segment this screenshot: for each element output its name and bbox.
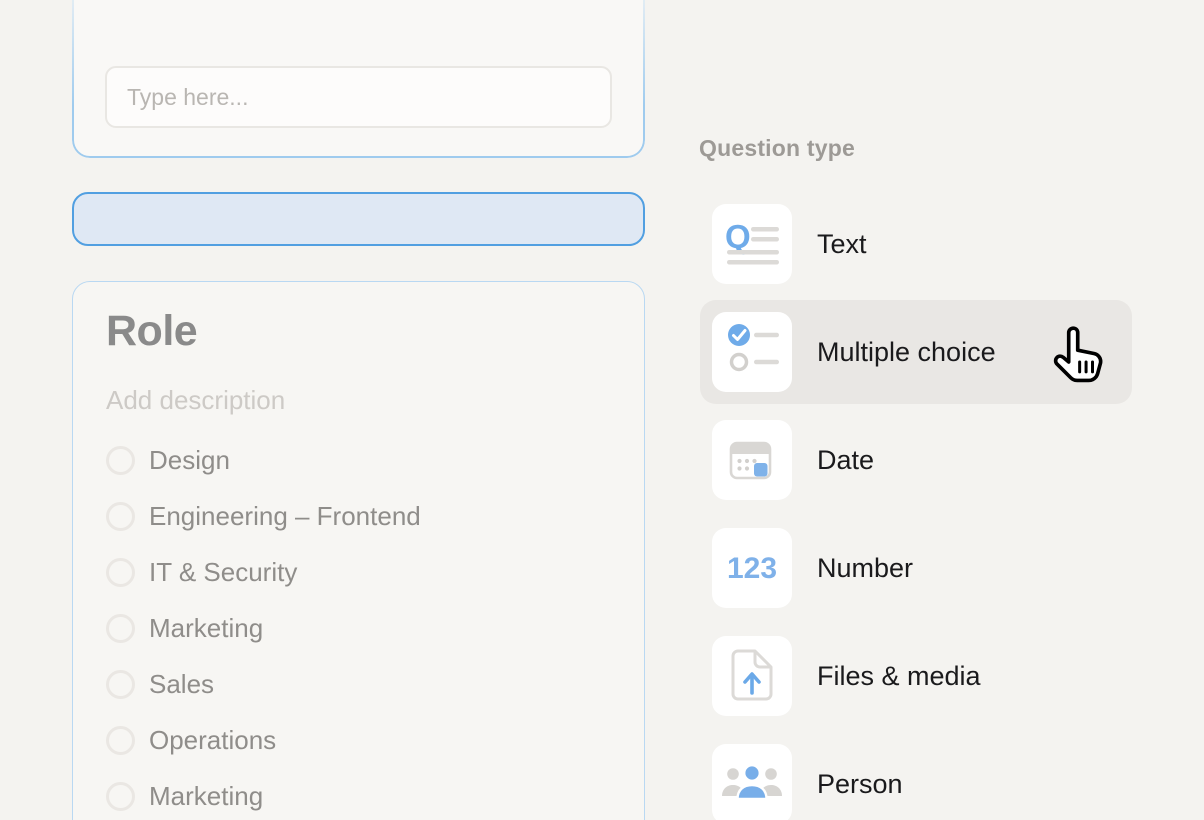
question-description-placeholder[interactable]: Add description xyxy=(106,385,285,416)
radio-circle-icon xyxy=(106,446,135,475)
option-label: Marketing xyxy=(149,613,263,644)
option-row[interactable]: Design xyxy=(106,446,421,475)
menu-item-multiple-choice[interactable]: Multiple choice xyxy=(700,300,1132,404)
radio-circle-icon xyxy=(106,614,135,643)
menu-item-label: Text xyxy=(817,229,867,260)
menu-item-files-media[interactable]: Files & media xyxy=(700,624,1132,728)
option-label: IT & Security xyxy=(149,557,297,588)
svg-text:Q: Q xyxy=(725,218,751,255)
option-row[interactable]: IT & Security xyxy=(106,558,421,587)
number-icon: 123 xyxy=(712,528,792,608)
selected-empty-block[interactable] xyxy=(72,192,645,246)
menu-item-label: Date xyxy=(817,445,874,476)
radio-circle-icon xyxy=(106,558,135,587)
question-type-menu: Q Text Multiple choice xyxy=(700,192,1132,820)
menu-item-label: Number xyxy=(817,553,913,584)
menu-item-label: Files & media xyxy=(817,661,981,692)
menu-item-text[interactable]: Q Text xyxy=(700,192,1132,296)
option-row[interactable]: Operations xyxy=(106,726,421,755)
form-builder-screen: Role Add description Design Engineering … xyxy=(0,0,1204,820)
date-icon xyxy=(712,420,792,500)
option-row[interactable]: Engineering – Frontend xyxy=(106,502,421,531)
question-title[interactable]: Role xyxy=(106,309,197,354)
option-label: Operations xyxy=(149,725,276,756)
radio-circle-icon xyxy=(106,670,135,699)
option-label: Engineering – Frontend xyxy=(149,501,421,532)
question-type-heading: Question type xyxy=(699,135,855,162)
option-row[interactable]: Marketing xyxy=(106,614,421,643)
text-question-icon: Q xyxy=(712,204,792,284)
files-media-icon xyxy=(712,636,792,716)
role-options-list: Design Engineering – Frontend IT & Secur… xyxy=(106,446,421,811)
option-label: Marketing xyxy=(149,781,263,812)
menu-item-date[interactable]: Date xyxy=(700,408,1132,512)
menu-item-person[interactable]: Person xyxy=(700,732,1132,820)
option-label: Sales xyxy=(149,669,214,700)
text-answer-input[interactable] xyxy=(105,66,612,128)
menu-item-label: Person xyxy=(817,769,903,800)
option-row[interactable]: Sales xyxy=(106,670,421,699)
radio-circle-icon xyxy=(106,782,135,811)
multiple-choice-icon xyxy=(712,312,792,392)
menu-item-label: Multiple choice xyxy=(817,337,996,368)
text-question-card xyxy=(72,0,645,158)
radio-circle-icon xyxy=(106,726,135,755)
person-icon xyxy=(712,744,792,820)
radio-circle-icon xyxy=(106,502,135,531)
svg-text:123: 123 xyxy=(727,552,777,585)
menu-item-number[interactable]: 123 Number xyxy=(700,516,1132,620)
option-row[interactable]: Marketing xyxy=(106,782,421,811)
option-label: Design xyxy=(149,445,230,476)
role-question-card: Role Add description Design Engineering … xyxy=(72,281,645,820)
